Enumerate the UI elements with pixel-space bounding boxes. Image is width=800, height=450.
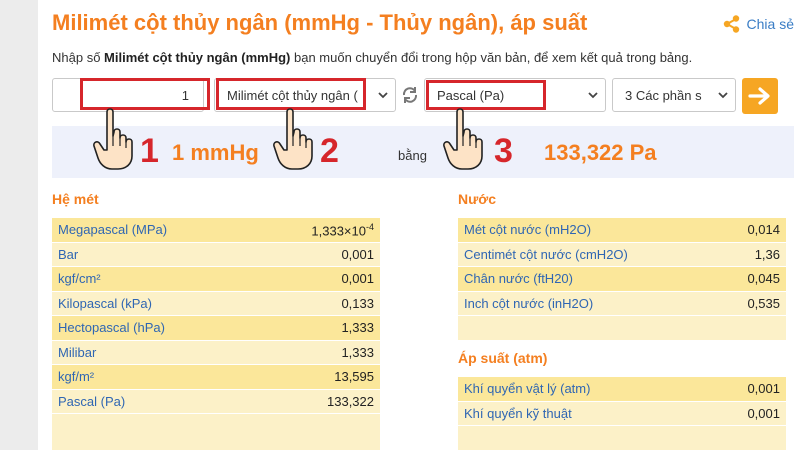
section-title-water: Nước <box>458 191 496 207</box>
row-label: Pascal (Pa) <box>58 393 126 409</box>
chevron-down-icon <box>378 92 388 99</box>
swap-icon[interactable] <box>400 85 420 105</box>
result-bar: 1 mmHg bằng 133,322 Pa <box>52 126 794 178</box>
row-value: 1,36 <box>754 246 780 262</box>
precision-select[interactable]: 3 Các phần s <box>612 78 736 112</box>
row-value: 0,045 <box>747 271 780 287</box>
row-value: 133,322 <box>327 393 374 409</box>
from-unit-text: Milimét cột thủy ngân ( <box>227 87 358 103</box>
table-row: Inch cột nước (inH2O) 0,535 <box>458 291 786 316</box>
row-label: Khí quyển kỹ thuật <box>464 405 572 421</box>
row-label: kgf/m² <box>58 369 95 385</box>
arrow-right-icon <box>748 87 770 105</box>
chevron-down-icon <box>588 92 598 99</box>
water-table: Mét cột nước (mH2O) 0,014 Centimét cột n… <box>458 218 786 340</box>
description-suffix: bạn muốn chuyển đổi trong hộp văn bản, đ… <box>290 50 693 65</box>
row-value: 1,333 <box>341 344 374 360</box>
table-row: kgf/cm² 0,001 <box>52 267 380 292</box>
pointing-hand-icon <box>93 108 133 170</box>
row-label: Bar <box>58 246 79 262</box>
value-exponent: -4 <box>365 221 374 232</box>
row-label: Khí quyển vật lý (atm) <box>464 381 591 397</box>
result-to: 133,322 Pa <box>544 140 657 165</box>
pointing-hand-icon <box>443 108 483 170</box>
metric-table: Megapascal (MPa) 1,333×10-4 Bar 0,001 kg… <box>52 218 380 450</box>
step-number: 3 <box>494 132 513 170</box>
row-value: 0,014 <box>747 222 780 238</box>
row-label: Mét cột nước (mH2O) <box>464 222 592 238</box>
value-mantissa: 1,333×10 <box>311 222 366 238</box>
description-prefix: Nhập số <box>52 50 105 65</box>
row-value: 0,001 <box>747 405 780 421</box>
table-row: kgf/m² 13,595 <box>52 365 380 390</box>
table-row: Centimét cột nước (cmH2O) 1,36 <box>458 242 786 267</box>
row-value: 1,333×10-4 <box>311 222 374 238</box>
precision-text: 3 Các phần s <box>625 87 702 103</box>
table-row: Milibar 1,333 <box>52 340 380 365</box>
row-label: Inch cột nước (inH2O) <box>464 295 594 311</box>
atm-table: Khí quyển vật lý (atm) 0,001 Khí quyển k… <box>458 377 786 450</box>
row-value: 0,133 <box>341 295 374 311</box>
step-number: 1 <box>140 132 159 170</box>
share-label: Chia sẻ <box>746 16 794 32</box>
table-row: Khí quyển kỹ thuật 0,001 <box>458 401 786 426</box>
converter-page: Milimét cột thủy ngân (mmHg - Thủy ngân)… <box>38 0 800 450</box>
table-row: Bar 0,001 <box>52 242 380 267</box>
row-value: 0,535 <box>747 295 780 311</box>
row-label: Hectopascal (hPa) <box>58 320 165 336</box>
row-value: 0,001 <box>341 246 374 262</box>
value-input-text: 1 <box>181 87 189 103</box>
share-icon <box>722 14 742 34</box>
row-label: Milibar <box>58 344 97 360</box>
row-label: Centimét cột nước (cmH2O) <box>464 246 628 262</box>
row-label: kgf/cm² <box>58 271 101 287</box>
row-value: 0,001 <box>341 271 374 287</box>
table-row: Khí quyển vật lý (atm) 0,001 <box>458 377 786 402</box>
row-value: 0,001 <box>747 381 780 397</box>
section-title-metric: Hệ mét <box>52 191 99 207</box>
description-unit: Milimét cột thủy ngân (mmHg) <box>104 50 291 65</box>
pointing-hand-icon <box>273 108 313 170</box>
section-title-atm: Áp suất (atm) <box>458 350 548 366</box>
row-value: 1,333 <box>341 320 374 336</box>
table-row: Kilopascal (kPa) 0,133 <box>52 291 380 316</box>
step-number: 2 <box>320 132 339 170</box>
to-unit-text: Pascal (Pa) <box>437 87 505 103</box>
row-label: Megapascal (MPa) <box>58 222 168 238</box>
table-row: Chân nước (ftH20) 0,045 <box>458 267 786 292</box>
convert-button[interactable] <box>742 78 778 114</box>
result-from: 1 mmHg <box>172 140 259 165</box>
page-title: Milimét cột thủy ngân (mmHg - Thủy ngân)… <box>52 10 588 35</box>
chevron-down-icon <box>718 92 728 99</box>
share-button[interactable]: Chia sẻ <box>722 14 794 34</box>
table-row: Hectopascal (hPa) 1,333 <box>52 316 380 341</box>
table-row: Mét cột nước (mH2O) 0,014 <box>458 218 786 243</box>
table-row: Megapascal (MPa) 1,333×10-4 <box>52 218 380 243</box>
row-value: 13,595 <box>334 369 374 385</box>
result-equals: bằng <box>398 148 427 163</box>
row-label: Chân nước (ftH20) <box>464 271 573 287</box>
row-label: Kilopascal (kPa) <box>58 295 152 311</box>
description: Nhập số Milimét cột thủy ngân (mmHg) bạn… <box>52 50 692 65</box>
table-row: Pascal (Pa) 133,322 <box>52 389 380 414</box>
